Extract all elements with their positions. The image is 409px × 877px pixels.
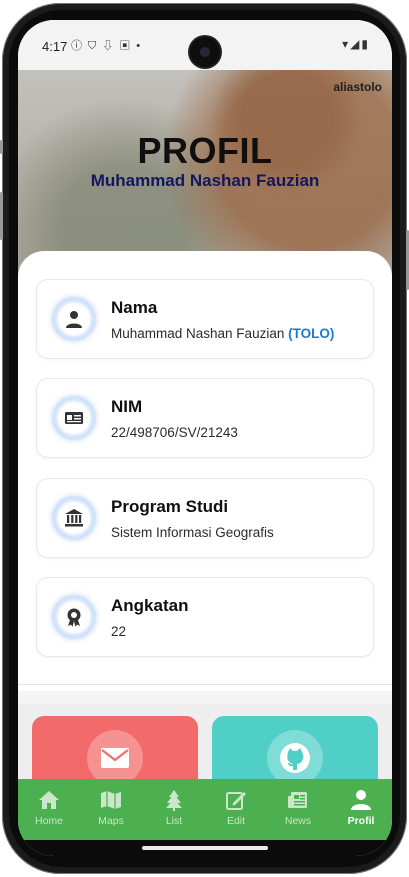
nav-label: Home [34, 815, 63, 827]
nav-label: News [284, 815, 312, 827]
person-icon [66, 311, 82, 328]
card-value: Sistem Informasi Geografis [111, 525, 274, 540]
nickname-badge: (TOLO) [288, 326, 335, 341]
battery-icon: ▮ [361, 37, 370, 51]
envelope-icon [101, 748, 129, 768]
status-time: 4:17 [42, 39, 68, 54]
page-subtitle: Muhammad Nashan Fauzian [90, 171, 320, 190]
nav-label: Edit [226, 815, 246, 827]
card-value: 22 [111, 624, 127, 639]
nav-profil[interactable]: Profil [330, 787, 392, 835]
newspaper-icon [288, 792, 307, 808]
id-card-icon-badge [52, 396, 96, 440]
page-title: PROFIL [137, 130, 273, 171]
github-icon [280, 743, 310, 773]
card-label: Program Studi [111, 497, 229, 516]
dot-icon: • [136, 40, 147, 52]
home-indicator[interactable] [142, 846, 268, 850]
info-icon: ⓘ [71, 40, 88, 52]
card-value: Muhammad Nashan Fauzian (TOLO) [111, 326, 334, 341]
wifi-icon: ▾ [342, 37, 351, 51]
signal-icon: ◢ [350, 37, 362, 51]
edit-icon [226, 792, 246, 810]
nav-list[interactable]: List [143, 787, 205, 835]
person-icon [351, 790, 371, 810]
card-angkatan: Angkatan 22 [36, 577, 374, 657]
id-card-icon [65, 412, 83, 424]
card-value: 22/498706/SV/21243 [111, 425, 238, 440]
side-button [0, 140, 3, 154]
nav-label: Profil [347, 815, 375, 827]
nav-maps[interactable]: Maps [80, 787, 142, 835]
bottom-navigation: Home Maps List Edit News Profil [18, 779, 392, 840]
a-icon: ▣ [119, 40, 137, 52]
shield-icon: ⛉ [88, 40, 103, 52]
award-icon [67, 608, 81, 627]
gesture-area [18, 840, 392, 856]
person-icon-badge [52, 297, 96, 341]
camera-cutout [190, 37, 220, 67]
card-nim: NIM 22/498706/SV/21243 [36, 378, 374, 458]
university-icon [65, 509, 83, 527]
brand-name: aliastolo [333, 80, 382, 94]
home-icon [39, 791, 59, 809]
card-label: Nama [111, 298, 158, 317]
award-icon-badge [52, 595, 96, 639]
university-icon-badge [52, 496, 96, 540]
card-label: NIM [111, 397, 143, 416]
nav-home[interactable]: Home [18, 787, 80, 835]
nav-label: Maps [98, 815, 124, 827]
card-program-studi: Program Studi Sistem Informasi Geografis [36, 478, 374, 558]
name-value: Muhammad Nashan Fauzian [111, 326, 285, 341]
card-nama: Nama Muhammad Nashan Fauzian (TOLO) [36, 279, 374, 359]
nav-edit[interactable]: Edit [205, 787, 267, 835]
email-icon-circle [87, 730, 143, 786]
screen: 4:17 ⓘ⛉⇩▣• ▾◢▮ aliastolo PROFIL Muhammad… [18, 20, 392, 856]
status-left-icons: ⓘ⛉⇩▣• [71, 37, 146, 53]
status-bar: 4:17 ⓘ⛉⇩▣• ▾◢▮ [18, 20, 392, 70]
github-icon-circle [267, 730, 323, 786]
section-divider [18, 684, 392, 685]
card-label: Angkatan [111, 596, 189, 615]
side-button [0, 192, 3, 240]
map-icon [101, 791, 121, 809]
nav-news[interactable]: News [267, 787, 329, 835]
nav-label: List [165, 815, 183, 827]
download-icon: ⇩ [102, 40, 120, 52]
tree-icon [166, 790, 182, 811]
status-right-icons: ▾◢▮ [342, 37, 370, 51]
